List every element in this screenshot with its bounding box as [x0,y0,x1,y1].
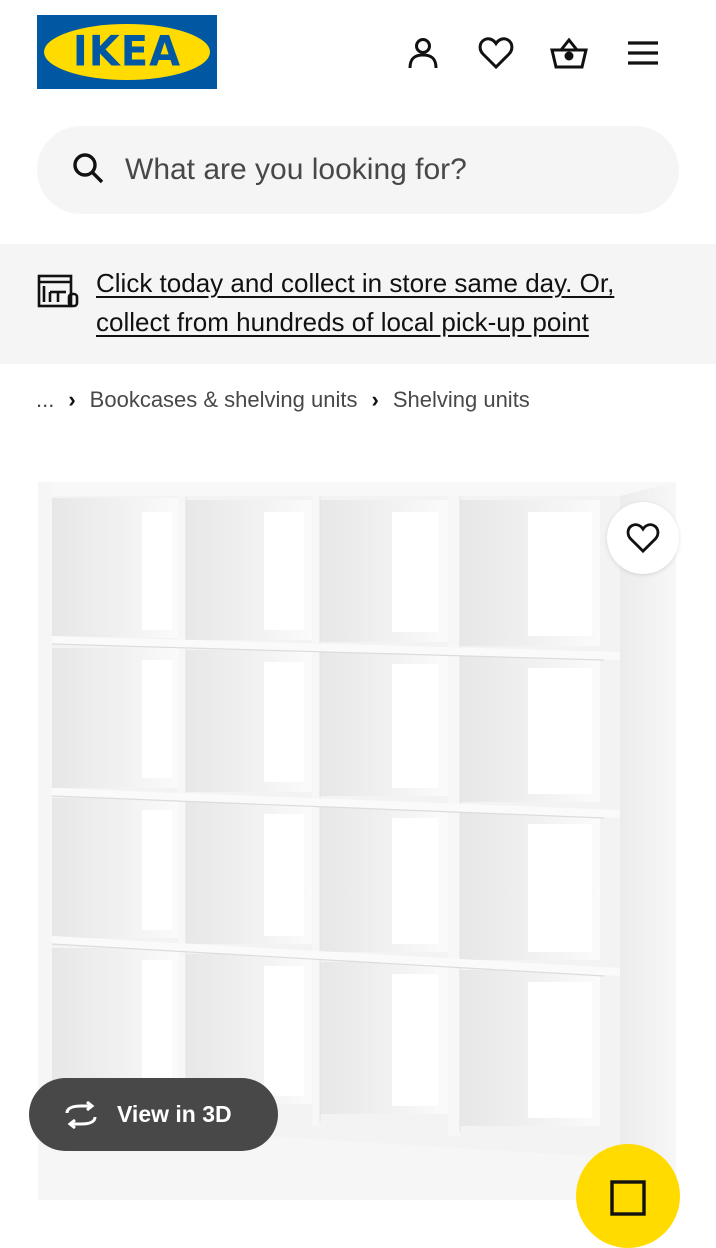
view-in-3d-button[interactable]: View in 3D [29,1078,278,1151]
search-placeholder[interactable]: What are you looking for? [125,152,467,188]
bag-icon [608,1178,648,1218]
search-bar[interactable]: What are you looking for? [37,126,679,214]
site-header: IKEA [0,0,716,110]
menu-icon[interactable] [624,34,662,72]
rotate-3d-icon [61,1100,101,1129]
add-to-favourites-button[interactable] [607,502,679,574]
breadcrumb: ... › Bookcases & shelving units › Shelv… [36,387,530,413]
account-icon[interactable] [404,34,442,72]
search-icon [71,151,107,187]
chevron-right-icon: › [371,387,379,412]
click-collect-banner: Click today and collect in store same da… [0,244,716,364]
ikea-logo[interactable]: IKEA [37,15,217,89]
logo-text: IKEA [72,27,182,77]
shopping-bag-fab[interactable] [576,1144,680,1248]
logo-oval: IKEA [44,24,210,80]
heart-icon [626,523,660,554]
store-pickup-icon [36,270,80,310]
heart-icon[interactable] [477,34,515,72]
click-collect-link[interactable]: Click today and collect in store same da… [96,264,666,342]
chevron-right-icon: › [68,387,76,412]
breadcrumb-item-shelving-units[interactable]: Shelving units [393,387,530,413]
view-in-3d-label: View in 3D [117,1101,232,1127]
breadcrumb-ellipsis[interactable]: ... [36,387,54,413]
breadcrumb-item-bookcases[interactable]: Bookcases & shelving units [90,387,358,413]
basket-icon[interactable] [550,34,588,72]
